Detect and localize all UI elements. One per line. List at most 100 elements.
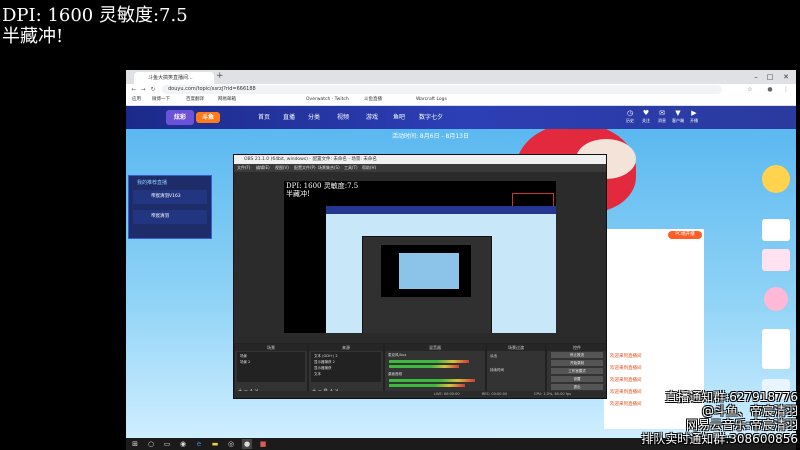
tab-title: 斗鱼大搞笑直播间... bbox=[148, 75, 193, 81]
reload-icon[interactable]: ↻ bbox=[149, 85, 157, 94]
sources-dock: 来源 文本 (GDI+) 2 显示器捕获 2 显示器捕获 文本 + − ⚙ ∧ … bbox=[308, 343, 384, 397]
scenes-dock: 场景 场景 场景 2 + − ∧ ∨ bbox=[234, 343, 308, 397]
star-icon[interactable]: ☆ bbox=[746, 85, 754, 94]
site-header: 炫彩 斗鱼 首页 直播 分类 视频 游戏 鱼吧 数字七夕 ◷ 历史 ♥ 关注 ✉ 消息… bbox=[126, 106, 796, 129]
browser-tab[interactable]: 斗鱼大搞笑直播间... bbox=[134, 72, 214, 84]
source-item[interactable]: 显示器捕获 2 bbox=[314, 360, 335, 365]
menu-icon[interactable]: ⋮ bbox=[782, 85, 790, 94]
header-message[interactable]: ✉ 消息 bbox=[656, 109, 668, 124]
site-logo[interactable]: 炫彩 斗鱼 bbox=[166, 110, 221, 125]
source-item[interactable]: 文本 bbox=[314, 372, 321, 377]
chat-line: 欢迎来到直播间 bbox=[610, 402, 642, 407]
status-live: LIVE: 00:00:00 bbox=[434, 392, 460, 396]
address-bar[interactable]: douyu.com/topic/xsrzj?rid=666188 bbox=[162, 85, 722, 94]
header-download[interactable]: ▼ 客户端 bbox=[672, 109, 684, 124]
edge-icon[interactable]: e bbox=[194, 439, 204, 449]
overlay-subtitle: 半藏冲! bbox=[2, 26, 64, 47]
scene-item[interactable]: 场景 2 bbox=[240, 360, 250, 365]
settings-button[interactable]: 设置 bbox=[551, 376, 603, 382]
mixer-meter bbox=[389, 365, 459, 368]
mixer-dock-title: 混音器 bbox=[385, 344, 485, 351]
bookmarks-bar: 应用 微博一下 百度翻译 网易邮箱 Overwatch · Twitch 斗鱼直… bbox=[126, 95, 796, 106]
sources-dock-title: 来源 bbox=[309, 344, 383, 351]
transition-duration[interactable]: 持续时间 bbox=[490, 368, 504, 373]
source-item[interactable]: 文本 (GDI+) 2 bbox=[314, 354, 338, 359]
deco-card-1 bbox=[762, 219, 790, 241]
steam-icon[interactable]: ◉ bbox=[178, 439, 188, 449]
app-icon[interactable]: ■ bbox=[258, 439, 268, 449]
mixer-meter bbox=[389, 384, 465, 387]
maximize-button[interactable]: □ bbox=[764, 71, 776, 83]
recommend-item[interactable]: 帝宸清羽 bbox=[133, 210, 207, 224]
obs-icon[interactable]: ● bbox=[242, 439, 252, 449]
menu-edit[interactable]: 编辑(E) bbox=[256, 165, 270, 171]
obs-preview[interactable]: DPI: 1600 灵敏度:7.5 半藏冲! bbox=[284, 181, 556, 333]
nav-game[interactable]: 游戏 bbox=[366, 112, 378, 121]
transitions-dock-title: 场景过渡 bbox=[487, 344, 545, 351]
windows-start-icon[interactable]: ⊞ bbox=[130, 439, 140, 449]
nav-category[interactable]: 分类 bbox=[308, 112, 320, 121]
obs-menu-bar: 文件(F) 编辑(E) 视图(V) 配置文件(P) 场景集合(S) 工具(T) … bbox=[234, 164, 606, 172]
account-icon[interactable]: ● bbox=[766, 85, 774, 94]
mixer-channel-label: 麦克风/Aux bbox=[388, 353, 407, 357]
nav-qixi[interactable]: 数字七夕 bbox=[419, 112, 443, 121]
new-tab-button[interactable]: + bbox=[216, 71, 226, 83]
header-start-live[interactable]: ▶ 开播 bbox=[688, 109, 700, 124]
nav-fishbar[interactable]: 鱼吧 bbox=[393, 112, 405, 121]
menu-tools[interactable]: 工具(T) bbox=[344, 165, 358, 171]
logo-badge-a: 炫彩 bbox=[166, 110, 194, 125]
chat-line: 欢迎来到直播间 bbox=[610, 390, 642, 395]
bookmark-item[interactable]: 斗鱼直播 bbox=[364, 96, 382, 104]
studio-mode-button[interactable]: 工作室模式 bbox=[551, 368, 603, 374]
scene-item[interactable]: 场景 bbox=[240, 354, 247, 359]
search-icon[interactable]: ○ bbox=[146, 439, 156, 449]
nested-obs-preview-inner bbox=[399, 253, 459, 289]
bookmark-item[interactable]: Warcraft Logs bbox=[416, 96, 447, 104]
menu-profile[interactable]: 配置文件(P) bbox=[294, 165, 316, 171]
mixer-dock: 混音器 麦克风/Aux 桌面音频 bbox=[384, 343, 486, 397]
menu-file[interactable]: 文件(F) bbox=[237, 165, 250, 171]
mixer-channel-label: 桌面音频 bbox=[388, 372, 402, 376]
chat-line: 欢迎来到直播间 bbox=[610, 378, 642, 383]
event-time-text: 活动时间: 8月6日 - 8月13日 bbox=[392, 133, 469, 140]
exit-button[interactable]: 退出 bbox=[551, 384, 603, 390]
bookmark-item[interactable]: Overwatch · Twitch bbox=[306, 96, 349, 104]
source-item[interactable]: 显示器捕获 bbox=[314, 366, 332, 371]
nav-video[interactable]: 视频 bbox=[337, 112, 349, 121]
bookmark-item[interactable]: 百度翻译 bbox=[186, 96, 204, 104]
mixer-meter bbox=[389, 360, 469, 363]
bookmark-item[interactable]: 应用 bbox=[132, 96, 141, 104]
menu-help[interactable]: 帮助(H) bbox=[362, 165, 376, 171]
forward-icon[interactable]: → bbox=[139, 85, 147, 94]
header-history[interactable]: ◷ 历史 bbox=[624, 109, 636, 124]
status-cpu: CPU: 1.0%, 60.00 fps bbox=[534, 392, 571, 396]
preview-subtitle: 半藏冲! bbox=[286, 190, 310, 198]
recommend-panel: 我的推荐直播 帝宸清羽V163 帝宸清羽 bbox=[128, 175, 212, 239]
transitions-dock: 场景过渡 淡出 持续时间 bbox=[486, 343, 546, 397]
obs-title-bar[interactable]: OBS 21.1.0 (64bit, windows) - 配置文件: 未命名 … bbox=[234, 155, 606, 164]
menu-scene-collection[interactable]: 场景集合(S) bbox=[318, 165, 340, 171]
logo-badge-b: 斗鱼 bbox=[196, 112, 220, 123]
task-view-icon[interactable]: ▭ bbox=[162, 439, 172, 449]
minimize-button[interactable]: – bbox=[750, 71, 762, 83]
controls-dock-title: 控件 bbox=[547, 344, 606, 351]
sources-list: 文本 (GDI+) 2 显示器捕获 2 显示器捕获 文本 bbox=[311, 352, 381, 382]
explorer-icon[interactable]: ▬ bbox=[210, 439, 220, 449]
recommend-item[interactable]: 帝宸清羽V163 bbox=[133, 190, 207, 204]
follow-icon: ♥ bbox=[642, 109, 650, 117]
pc-live-button[interactable]: PC端开播 bbox=[668, 231, 702, 239]
chat-line: 欢迎来到直播间 bbox=[610, 366, 642, 371]
close-button[interactable]: ✕ bbox=[780, 71, 792, 83]
nav-home[interactable]: 首页 bbox=[258, 112, 270, 121]
transition-select[interactable]: 淡出 bbox=[490, 354, 497, 359]
header-follow[interactable]: ♥ 关注 bbox=[640, 109, 652, 124]
chrome-icon[interactable]: ◎ bbox=[226, 439, 236, 449]
back-icon[interactable]: ← bbox=[130, 85, 138, 94]
nav-live[interactable]: 直播 bbox=[283, 112, 295, 121]
menu-view[interactable]: 视图(V) bbox=[275, 165, 289, 171]
deco-card-2 bbox=[762, 249, 790, 271]
bookmark-item[interactable]: 微博一下 bbox=[152, 96, 170, 104]
start-recording-button[interactable]: 开始录制 bbox=[551, 360, 603, 366]
stop-streaming-button[interactable]: 停止推流 bbox=[551, 352, 603, 358]
bookmark-item[interactable]: 网易邮箱 bbox=[218, 96, 236, 104]
